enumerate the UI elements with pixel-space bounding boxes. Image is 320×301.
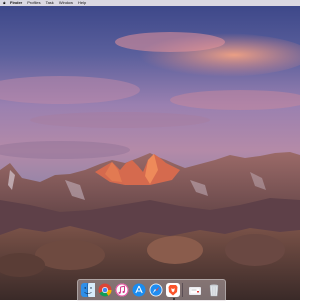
dock-divider (182, 283, 183, 297)
menu-finder[interactable]: Finder (10, 0, 22, 6)
menu-task[interactable]: Task (46, 0, 54, 6)
chrome-icon[interactable] (98, 283, 112, 297)
menu-window[interactable]: Window (59, 0, 73, 6)
safari-icon[interactable] (149, 283, 163, 297)
menu-profiles[interactable]: Profiles (27, 0, 40, 6)
dock (77, 279, 226, 301)
menu-bar: Finder Profiles Task Window Help (0, 0, 300, 6)
app-store-icon[interactable] (132, 283, 146, 297)
menu-help[interactable]: Help (78, 0, 86, 6)
desktop-wallpaper (0, 0, 300, 300)
itunes-icon[interactable] (115, 283, 129, 297)
trash-icon[interactable] (207, 283, 221, 297)
finder-icon[interactable] (81, 283, 95, 297)
brave-icon[interactable] (166, 283, 180, 297)
folder-icon[interactable] (188, 283, 202, 297)
apple-logo-icon[interactable] (3, 1, 6, 5)
